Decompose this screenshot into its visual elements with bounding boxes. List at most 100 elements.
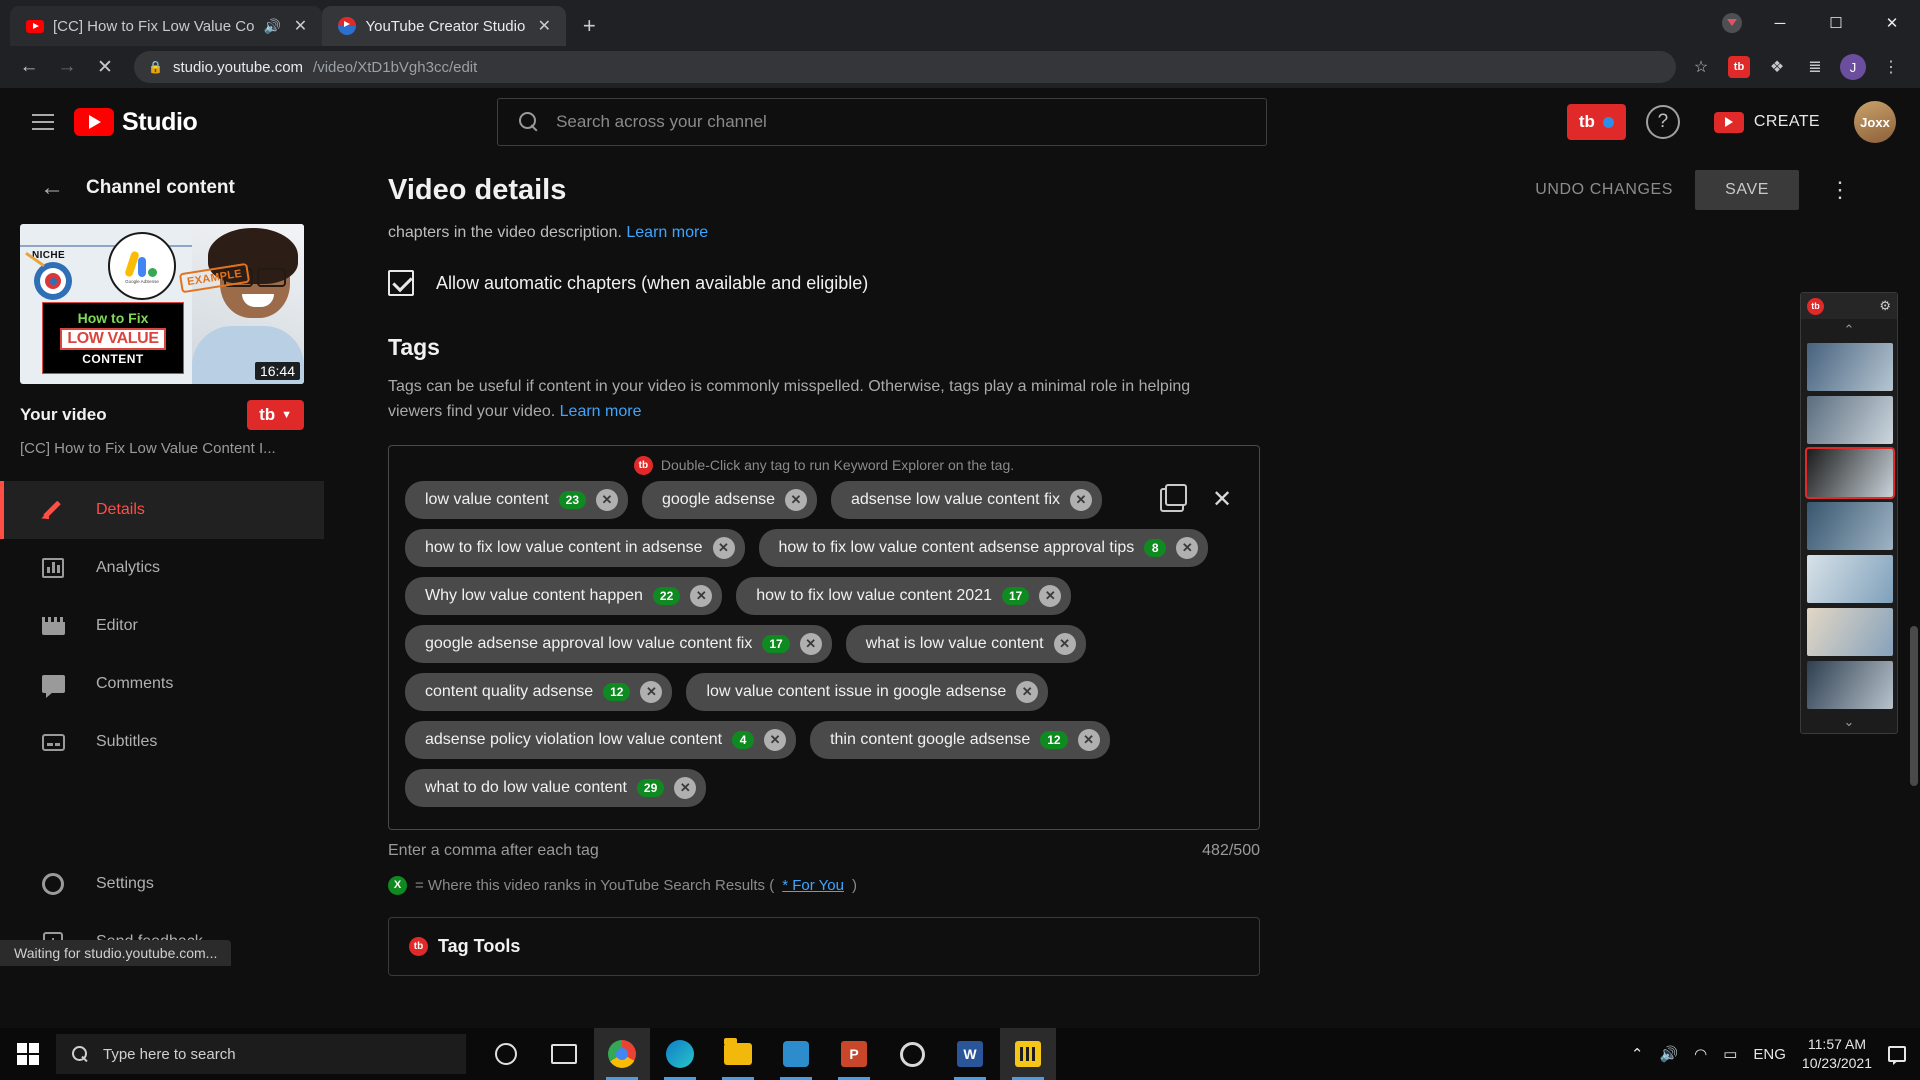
browser-tab-2[interactable]: YouTube Creator Studio ✕ bbox=[322, 6, 567, 46]
video-thumbnail-wrap[interactable]: NICHE Google AdSense EXAMPLE How to Fix … bbox=[20, 224, 304, 384]
show-hidden-icons-icon[interactable]: ⌃ bbox=[1631, 1045, 1644, 1063]
side-panel-video-thumb[interactable] bbox=[1807, 555, 1893, 603]
wifi-icon[interactable]: ◠ bbox=[1694, 1045, 1707, 1063]
task-view-icon[interactable] bbox=[536, 1028, 592, 1080]
gear-icon[interactable]: ⚙ bbox=[1879, 298, 1891, 314]
start-button[interactable] bbox=[0, 1028, 56, 1080]
tubebuddy-app-icon[interactable] bbox=[1000, 1028, 1056, 1080]
remove-tag-icon[interactable]: ✕ bbox=[784, 488, 807, 511]
remove-tag-icon[interactable]: ✕ bbox=[1176, 536, 1199, 559]
minimize-button[interactable]: ─ bbox=[1752, 0, 1808, 46]
notifications-icon[interactable] bbox=[1888, 1046, 1906, 1065]
volume-icon[interactable]: 🔊 bbox=[1659, 1045, 1678, 1063]
tag-chip[interactable]: adsense policy violation low value conte… bbox=[405, 720, 797, 759]
store-icon[interactable] bbox=[768, 1028, 824, 1080]
extensions-icon[interactable]: ❖ bbox=[1764, 54, 1790, 80]
tubebuddy-badge[interactable]: tb bbox=[1566, 104, 1626, 140]
remove-tag-icon[interactable]: ✕ bbox=[1070, 488, 1092, 511]
chrome-icon[interactable] bbox=[594, 1028, 650, 1080]
page-scrollbar[interactable] bbox=[1910, 626, 1918, 786]
tag-chip[interactable]: what to do low value content 29 ✕ bbox=[405, 768, 707, 807]
remove-tag-icon[interactable]: ✕ bbox=[799, 632, 822, 655]
maximize-button[interactable]: ☐ bbox=[1808, 0, 1864, 46]
close-icon[interactable]: ✕ bbox=[534, 16, 554, 36]
more-options-icon[interactable]: ⋮ bbox=[1821, 179, 1860, 201]
remove-tag-icon[interactable]: ✕ bbox=[764, 728, 787, 751]
remove-tag-icon[interactable]: ✕ bbox=[1039, 584, 1062, 607]
remove-tag-icon[interactable]: ✕ bbox=[1016, 680, 1039, 703]
sidebar-item-analytics[interactable]: Analytics bbox=[0, 539, 324, 597]
tag-chip[interactable]: low value content issue in google adsens… bbox=[686, 672, 1049, 711]
tubebuddy-dropdown-button[interactable]: tb ▼ bbox=[247, 400, 304, 430]
remove-tag-icon[interactable]: ✕ bbox=[596, 488, 618, 511]
remove-tag-icon[interactable]: ✕ bbox=[712, 536, 735, 559]
tag-chip[interactable]: how to fix low value content 2021 17 ✕ bbox=[736, 576, 1072, 615]
help-icon[interactable]: ? bbox=[1645, 105, 1680, 139]
clear-all-tags-icon[interactable]: ✕ bbox=[1212, 485, 1232, 514]
settings-icon[interactable] bbox=[884, 1028, 940, 1080]
scroll-down-icon[interactable]: ⌄ bbox=[1801, 711, 1897, 733]
mute-icon[interactable]: 🔊 bbox=[263, 18, 281, 35]
side-panel-video-thumb[interactable] bbox=[1807, 343, 1893, 391]
tubebuddy-side-panel[interactable]: tb ⚙ ⌃ ⌄ bbox=[1800, 292, 1898, 734]
avatar[interactable]: Joxx bbox=[1854, 101, 1896, 143]
remove-tag-icon[interactable]: ✕ bbox=[1053, 632, 1076, 655]
learn-more-link[interactable]: Learn more bbox=[626, 224, 708, 241]
tag-chip[interactable]: thin content google adsense 12 ✕ bbox=[810, 720, 1110, 759]
taskbar-search-input[interactable]: Type here to search bbox=[56, 1034, 466, 1074]
studio-logo[interactable]: Studio bbox=[74, 108, 198, 137]
sidebar-item-details[interactable]: Details bbox=[0, 481, 324, 539]
side-panel-video-thumb[interactable] bbox=[1807, 396, 1893, 444]
remove-tag-icon[interactable]: ✕ bbox=[674, 776, 697, 799]
auto-chapters-checkbox[interactable] bbox=[388, 270, 414, 296]
word-icon[interactable]: W bbox=[942, 1028, 998, 1080]
side-panel-video-thumb[interactable] bbox=[1807, 661, 1893, 709]
tubebuddy-extension-icon[interactable]: tb bbox=[1726, 54, 1752, 80]
battery-icon[interactable]: ▭ bbox=[1723, 1045, 1737, 1063]
sidebar-item-editor[interactable]: Editor bbox=[0, 597, 324, 655]
tag-tools-card[interactable]: tb Tag Tools bbox=[388, 916, 1260, 976]
scroll-up-icon[interactable]: ⌃ bbox=[1801, 319, 1897, 341]
remove-tag-icon[interactable]: ✕ bbox=[690, 584, 713, 607]
menu-icon[interactable] bbox=[24, 102, 64, 142]
close-window-button[interactable]: ✕ bbox=[1864, 0, 1920, 46]
search-input[interactable]: Search across your channel bbox=[497, 98, 1268, 146]
copy-icon[interactable] bbox=[1160, 483, 1187, 512]
close-icon[interactable]: ✕ bbox=[290, 16, 310, 36]
back-arrow-icon[interactable]: ← bbox=[40, 176, 64, 200]
tag-chip[interactable]: content quality adsense 12 ✕ bbox=[405, 672, 673, 711]
tag-chip[interactable]: google adsense approval low value conten… bbox=[405, 624, 832, 663]
language-indicator[interactable]: ENG bbox=[1753, 1046, 1786, 1063]
tag-chip[interactable]: low value content 23 ✕ bbox=[405, 480, 628, 519]
tag-chip[interactable]: what is low value content ✕ bbox=[845, 624, 1086, 663]
edge-icon[interactable] bbox=[652, 1028, 708, 1080]
browser-tab-1[interactable]: [CC] How to Fix Low Value Co 🔊 ✕ bbox=[10, 6, 323, 46]
profile-avatar[interactable]: J bbox=[1840, 54, 1866, 80]
video-thumbnail[interactable]: NICHE Google AdSense EXAMPLE How to Fix … bbox=[20, 224, 304, 384]
for-you-link[interactable]: * For You bbox=[782, 877, 844, 894]
tag-chip[interactable]: google adsense ✕ bbox=[642, 480, 817, 519]
side-panel-video-thumb[interactable] bbox=[1807, 502, 1893, 550]
remove-tag-icon[interactable]: ✕ bbox=[640, 680, 663, 703]
remove-tag-icon[interactable]: ✕ bbox=[1077, 728, 1100, 751]
side-panel-video-thumb[interactable] bbox=[1807, 608, 1893, 656]
cortana-icon[interactable] bbox=[478, 1028, 534, 1080]
file-explorer-icon[interactable] bbox=[710, 1028, 766, 1080]
auto-chapters-row[interactable]: Allow automatic chapters (when available… bbox=[388, 270, 1920, 296]
download-indicator-icon[interactable] bbox=[1712, 0, 1752, 46]
side-panel-video-thumb[interactable] bbox=[1805, 447, 1895, 499]
tag-chip[interactable]: how to fix low value content adsense app… bbox=[758, 528, 1209, 567]
address-bar[interactable]: 🔒 studio.youtube.com/video/XtD1bVgh3cc/e… bbox=[134, 51, 1676, 83]
tags-learn-more-link[interactable]: Learn more bbox=[560, 403, 642, 420]
save-button[interactable]: SAVE bbox=[1695, 170, 1799, 210]
tag-chip[interactable]: Why low value content happen 22 ✕ bbox=[405, 576, 723, 615]
sidebar-item-settings[interactable]: Settings bbox=[0, 855, 324, 913]
tag-chip[interactable]: adsense low value content fix ✕ bbox=[830, 480, 1102, 519]
browser-menu-icon[interactable]: ⋮ bbox=[1878, 54, 1904, 80]
powerpoint-icon[interactable]: P bbox=[826, 1028, 882, 1080]
undo-changes-button[interactable]: UNDO CHANGES bbox=[1535, 181, 1673, 199]
reading-list-icon[interactable]: ≣ bbox=[1802, 54, 1828, 80]
back-button[interactable]: ← bbox=[12, 50, 46, 84]
sidebar-item-subtitles[interactable]: Subtitles bbox=[0, 713, 324, 771]
new-tab-button[interactable]: + bbox=[572, 9, 606, 43]
